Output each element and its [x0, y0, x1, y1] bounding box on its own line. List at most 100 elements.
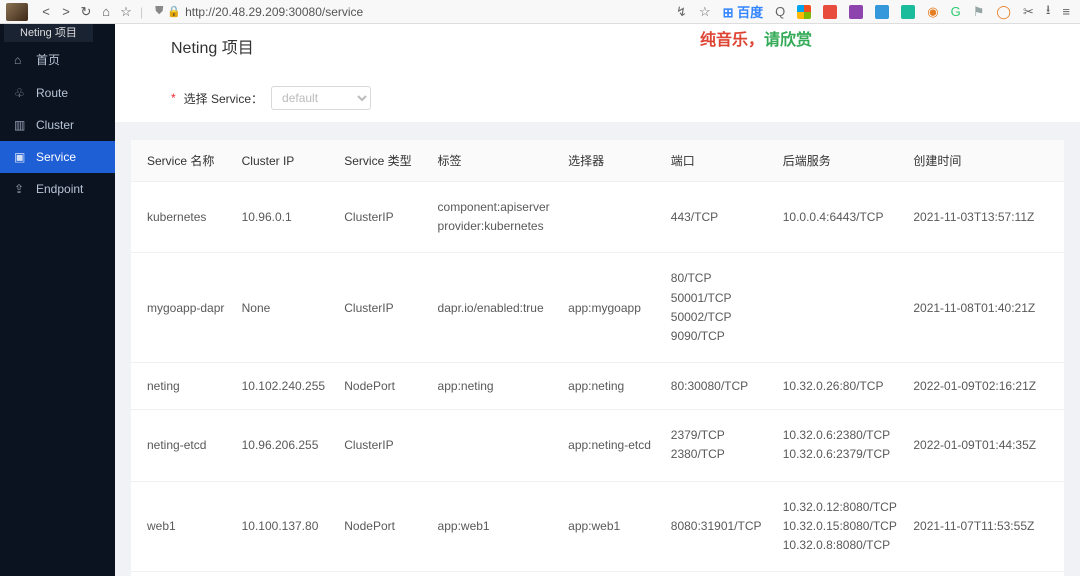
ms-icon[interactable]	[797, 5, 811, 19]
ext-icon-7[interactable]: ⚑	[973, 4, 985, 20]
col-header: 端口	[663, 140, 775, 182]
sidebar-item-label: Service	[36, 150, 76, 164]
table-cell: 10.32.0.11:8080/TCP10.32.0.13:8080/TCP10…	[775, 572, 906, 576]
table-cell: app:neting-etcd	[560, 410, 663, 481]
route-icon: ♧	[14, 86, 28, 100]
filter-label: 选择 Service：	[184, 90, 263, 107]
sidebar-item-service[interactable]: ▣ Service	[0, 141, 115, 173]
sidebar: Neting 项目 ⌂ 首页 ♧ Route ▥Cluster ▣ Service ⇪ Endp…	[0, 24, 115, 576]
search-icon[interactable]: Q	[775, 4, 785, 19]
table-cell: web1	[131, 481, 234, 572]
table-cell: ClusterIP	[336, 182, 429, 253]
back-icon[interactable]: <	[38, 4, 54, 20]
baidu-icon[interactable]: ⊞ 百度	[723, 2, 764, 21]
table-cell: 10.100.137.80	[234, 481, 337, 572]
lock-icon: 🔒	[167, 5, 181, 18]
table-cell: app:web1	[430, 481, 561, 572]
table-row: neting-etcd10.96.206.255ClusterIPapp:net…	[131, 410, 1064, 481]
table-cell: ClusterIP	[336, 253, 429, 363]
table-cell: 9090:31631/TCP	[663, 572, 775, 576]
table-cell: neting	[131, 363, 234, 410]
ext-icon-1[interactable]	[823, 5, 837, 19]
table-cell: 2021-11-07T11:53:55Z	[905, 572, 1064, 576]
table-row: kubernetes10.96.0.1ClusterIPcomponent:ap…	[131, 182, 1064, 253]
sidebar-item-label: Endpoint	[36, 182, 83, 196]
table-row: mygoapp-daprNoneClusterIPdapr.io/enabled…	[131, 253, 1064, 363]
ext-icon-3[interactable]	[875, 5, 889, 19]
table-cell: 8080:31901/TCP	[663, 481, 775, 572]
table-cell	[430, 410, 561, 481]
table-cell: 2022-01-09T02:16:21Z	[905, 363, 1064, 410]
col-header: Service 类型	[336, 140, 429, 182]
table-cell: 10.105.184.142	[234, 572, 337, 576]
ext-icon-4[interactable]	[901, 5, 915, 19]
ext-icon-2[interactable]	[849, 5, 863, 19]
cluster-icon: ▥	[14, 118, 28, 132]
browser-toolbar: < > ↻ ⌂ ☆ | ⛊ 🔒 http://20.48.29.209:3008…	[0, 0, 1080, 24]
table-cell: app:mygoapp	[560, 253, 663, 363]
table-cell: app:web1	[560, 481, 663, 572]
menu-icon[interactable]: ≡	[1062, 4, 1070, 19]
service-select[interactable]: default	[271, 86, 371, 110]
table-cell: 10.32.0.6:2380/TCP10.32.0.6:2379/TCP	[775, 410, 906, 481]
首页-icon: ⌂	[14, 53, 28, 67]
table-cell: 2022-01-09T01:44:35Z	[905, 410, 1064, 481]
sidebar-item-cluster[interactable]: ▥Cluster	[0, 109, 115, 141]
favorite-icon[interactable]: ☆	[699, 4, 711, 20]
filter-row: * 选择 Service： default	[115, 68, 1080, 122]
col-header: 标签	[430, 140, 561, 182]
ext-icon-6[interactable]: G	[951, 4, 961, 19]
table-cell: 80:30080/TCP	[663, 363, 775, 410]
table-cell	[775, 253, 906, 363]
window-tab[interactable]: Neting 项目	[4, 22, 93, 42]
endpoint-icon: ⇪	[14, 182, 28, 196]
table-cell: None	[234, 253, 337, 363]
download-icon[interactable]: ⭳	[1046, 1, 1051, 23]
sidebar-item-label: Route	[36, 86, 68, 100]
scissors-icon[interactable]: ✂	[1023, 4, 1034, 20]
forward-icon[interactable]: >	[58, 4, 74, 20]
sidebar-item-route[interactable]: ♧ Route	[0, 77, 115, 109]
ext-icon-8[interactable]: ◯	[996, 4, 1011, 20]
col-header: Service 名称	[131, 140, 234, 182]
sidebar-item-label: 首页	[36, 51, 60, 68]
arrow-icon[interactable]: ↯	[676, 4, 687, 20]
table-cell: 10.96.0.1	[234, 182, 337, 253]
url-text[interactable]: http://20.48.29.209:30080/service	[185, 5, 363, 19]
table-cell: neting-etcd	[131, 410, 234, 481]
table-cell: 2021-11-07T11:53:55Z	[905, 481, 1064, 572]
table-cell: 2021-11-03T13:57:11Z	[905, 182, 1064, 253]
table-cell: 10.102.240.255	[234, 363, 337, 410]
table-cell: app:neting	[560, 363, 663, 410]
table-cell: NodePort	[336, 481, 429, 572]
table-cell: app:web2	[430, 572, 561, 576]
table-cell: 443/TCP	[663, 182, 775, 253]
avatar	[6, 3, 28, 21]
table-cell: app:neting	[430, 363, 561, 410]
table-cell: mygoapp-dapr	[131, 253, 234, 363]
table-cell: app:web2	[560, 572, 663, 576]
table-cell: 10.32.0.26:80/TCP	[775, 363, 906, 410]
service-icon: ▣	[14, 150, 28, 164]
table-cell: dapr.io/enabled:true	[430, 253, 561, 363]
table-row: web110.100.137.80NodePortapp:web1app:web…	[131, 481, 1064, 572]
table-cell: 10.0.0.4:6443/TCP	[775, 182, 906, 253]
required-mark: *	[171, 91, 176, 105]
star-icon[interactable]: ☆	[118, 4, 134, 20]
table-cell: NodePort	[336, 572, 429, 576]
table-cell: 80/TCP50001/TCP50002/TCP9090/TCP	[663, 253, 775, 363]
page-title: Neting 项目	[115, 24, 1080, 68]
sidebar-item-endpoint[interactable]: ⇪ Endpoint	[0, 173, 115, 205]
table-cell: kubernetes	[131, 182, 234, 253]
table-cell: ClusterIP	[336, 410, 429, 481]
banner-text: 纯音乐，请欣赏	[700, 26, 812, 50]
ext-icon-5[interactable]: ◉	[927, 4, 938, 20]
table-cell	[560, 182, 663, 253]
home-icon[interactable]: ⌂	[98, 4, 114, 20]
reload-icon[interactable]: ↻	[78, 4, 94, 20]
col-header: Cluster IP	[234, 140, 337, 182]
col-header: 后端服务	[775, 140, 906, 182]
table-cell: component:apiserverprovider:kubernetes	[430, 182, 561, 253]
sidebar-item-首页[interactable]: ⌂ 首页	[0, 42, 115, 77]
service-table: Service 名称Cluster IPService 类型标签选择器端口后端服…	[131, 140, 1064, 576]
